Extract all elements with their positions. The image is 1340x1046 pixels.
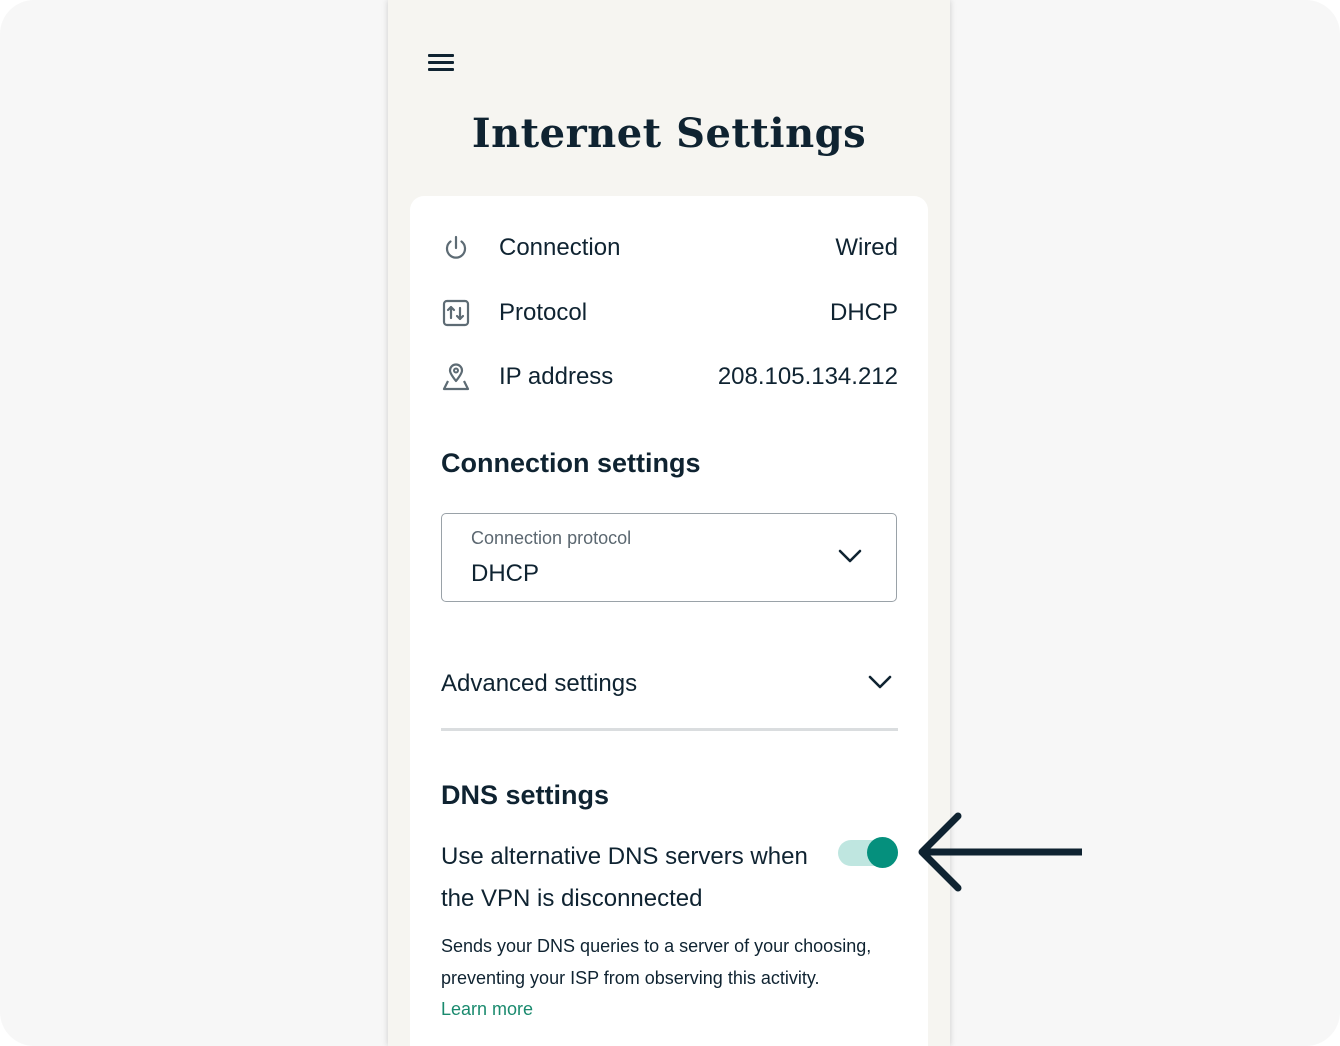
connection-label: Connection — [499, 234, 621, 261]
ip-address-value: 208.105.134.212 — [717, 363, 898, 390]
chevron-down-icon — [838, 549, 862, 563]
protocol-label: Protocol — [499, 299, 588, 326]
location-person-icon — [442, 363, 470, 391]
info-row-connection: Connection Wired — [440, 228, 898, 268]
info-row-ip-address: IP address 208.105.134.212 — [440, 357, 898, 397]
chevron-down-icon — [868, 675, 892, 689]
info-row-protocol: Protocol DHCP — [440, 293, 898, 333]
alternative-dns-label: Use alternative DNS servers when the VPN… — [441, 843, 808, 912]
screenshot-backdrop: Internet Settings Connection Wired Proto… — [0, 0, 1340, 1046]
settings-card: Connection Wired Protocol DHCP IP addres… — [410, 196, 928, 1046]
hamburger-menu-icon[interactable] — [426, 50, 456, 76]
alternative-dns-toggle[interactable] — [838, 837, 898, 868]
annotation-arrow-icon — [918, 812, 1082, 892]
dns-settings-heading: DNS settings — [441, 780, 610, 810]
connection-value: Wired — [835, 234, 898, 261]
connection-protocol-value: DHCP — [471, 560, 540, 587]
app-screen: Internet Settings Connection Wired Proto… — [388, 0, 950, 1046]
connection-settings-heading: Connection settings — [441, 448, 701, 478]
ip-address-label: IP address — [499, 363, 614, 390]
page-title: Internet Settings — [471, 110, 867, 157]
advanced-settings-accordion[interactable]: Advanced settings — [441, 652, 898, 731]
protocol-value: DHCP — [829, 299, 898, 326]
power-icon — [445, 235, 467, 259]
dns-description: Sends your DNS queries to a server of yo… — [441, 936, 872, 988]
connection-protocol-label: Connection protocol — [471, 528, 632, 548]
advanced-settings-label: Advanced settings — [441, 670, 638, 697]
toggle-knob — [867, 837, 898, 868]
protocol-swap-icon — [442, 299, 470, 327]
learn-more-link[interactable]: Learn more — [441, 999, 533, 1020]
connection-protocol-select[interactable]: Connection protocol DHCP — [441, 513, 897, 602]
